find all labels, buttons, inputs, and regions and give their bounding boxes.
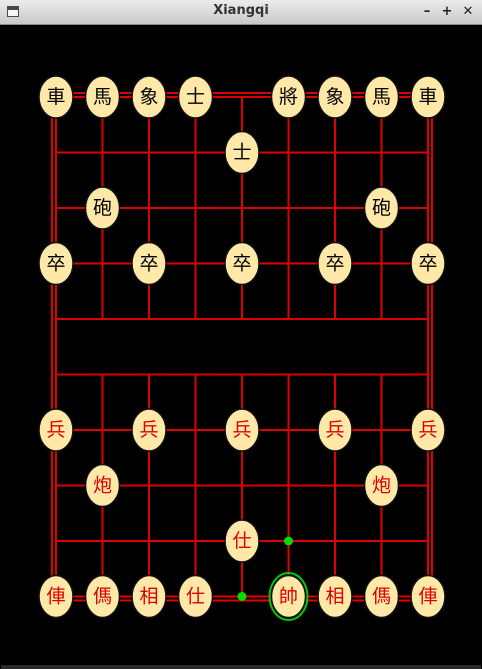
black-soldier-icon[interactable]: 卒 (38, 241, 74, 286)
red-elephant-icon[interactable]: 相 (131, 574, 167, 619)
piece-label: 士 (232, 142, 251, 164)
piece-label: 兵 (46, 419, 65, 441)
piece-label: 士 (186, 86, 205, 108)
black-soldier-icon[interactable]: 卒 (131, 241, 167, 286)
piece-label: 卒 (232, 253, 251, 275)
move-hint-dot[interactable] (284, 536, 293, 546)
pieces-layer: 車馬象士將象馬車士砲 砲卒卒卒卒卒兵兵兵兵兵炮 炮仕俥傌相仕帥相傌俥 (38, 75, 446, 621)
minimize-button[interactable]: – (418, 2, 436, 22)
red-soldier-icon[interactable]: 兵 (131, 408, 167, 452)
piece-label: 炮 (93, 475, 112, 497)
black-horse-icon[interactable]: 馬 (84, 75, 121, 119)
red-general-icon[interactable]: 帥 (268, 572, 309, 621)
piece-label: 兵 (139, 419, 158, 441)
piece-label: 相 (325, 586, 344, 608)
piece-label: 車 (418, 86, 437, 108)
close-button[interactable]: ✕ (459, 2, 477, 22)
piece-label: 仕 (232, 530, 251, 552)
red-horse-icon[interactable]: 傌 (84, 574, 121, 619)
board-area[interactable]: 車馬象士將象馬車士砲砲卒卒卒卒卒兵兵兵兵兵炮炮仕俥傌相仕帥相傌俥 (0, 25, 482, 669)
piece-label: 砲 (93, 197, 112, 219)
piece-label: 卒 (418, 253, 437, 275)
window-title: Xiangqi (213, 3, 269, 18)
piece-label: 卒 (46, 253, 65, 275)
piece-label: 象 (325, 86, 344, 108)
piece-label: 車 (46, 86, 65, 108)
black-soldier-icon[interactable]: 卒 (317, 241, 353, 286)
red-advisor-icon[interactable]: 仕 (224, 519, 260, 563)
red-soldier-icon[interactable]: 兵 (410, 408, 446, 452)
piece-label: 俥 (46, 586, 65, 608)
black-cannon-icon[interactable]: 砲 (84, 186, 121, 230)
red-horse-icon[interactable]: 傌 (363, 574, 400, 619)
black-horse-icon[interactable]: 馬 (363, 75, 400, 119)
piece-label: 兵 (232, 419, 251, 441)
black-chariot-icon[interactable]: 車 (38, 75, 74, 119)
black-elephant-icon[interactable]: 象 (317, 75, 353, 119)
piece-label: 傌 (372, 586, 391, 608)
move-hint-dot[interactable] (237, 592, 247, 601)
piece-label: 卒 (139, 253, 158, 275)
black-general-icon[interactable]: 將 (270, 75, 307, 119)
piece-label: 兵 (325, 419, 344, 441)
piece-label: 俥 (418, 586, 437, 608)
black-cannon-icon[interactable]: 砲 (363, 186, 400, 230)
piece-label: 相 (139, 586, 158, 608)
red-advisor-icon[interactable]: 仕 (177, 574, 214, 619)
piece-label: 傌 (93, 586, 112, 608)
piece-label: 兵 (418, 419, 437, 441)
maximize-button[interactable]: + (438, 2, 456, 22)
piece-label: 馬 (93, 86, 112, 108)
black-soldier-icon[interactable]: 卒 (224, 241, 260, 286)
piece-label: 炮 (372, 475, 391, 497)
red-soldier-icon[interactable]: 兵 (317, 408, 353, 452)
red-cannon-icon[interactable]: 炮 (84, 463, 121, 508)
red-elephant-icon[interactable]: 相 (317, 574, 353, 619)
piece-label: 卒 (325, 253, 344, 275)
piece-label: 象 (139, 86, 158, 108)
piece-label: 馬 (372, 86, 391, 108)
red-soldier-icon[interactable]: 兵 (224, 408, 260, 452)
red-chariot-icon[interactable]: 俥 (38, 574, 74, 619)
red-chariot-icon[interactable]: 俥 (410, 574, 446, 619)
black-advisor-icon[interactable]: 士 (177, 75, 214, 119)
piece-label: 帥 (279, 586, 298, 608)
piece-label: 將 (279, 86, 298, 108)
black-chariot-icon[interactable]: 車 (410, 75, 446, 119)
red-soldier-icon[interactable]: 兵 (38, 408, 74, 452)
piece-label: 仕 (186, 586, 205, 608)
black-soldier-icon[interactable]: 卒 (410, 241, 446, 286)
red-cannon-icon[interactable]: 炮 (363, 463, 400, 508)
xiangqi-board[interactable]: 車馬象士將象馬車士砲 砲卒卒卒卒卒兵兵兵兵兵炮 炮仕俥傌相仕帥相傌俥 (0, 25, 482, 669)
piece-label: 砲 (372, 197, 391, 219)
black-advisor-icon[interactable]: 士 (224, 130, 260, 175)
title-bar[interactable]: Xiangqi – + ✕ (0, 0, 482, 25)
black-elephant-icon[interactable]: 象 (131, 75, 167, 119)
